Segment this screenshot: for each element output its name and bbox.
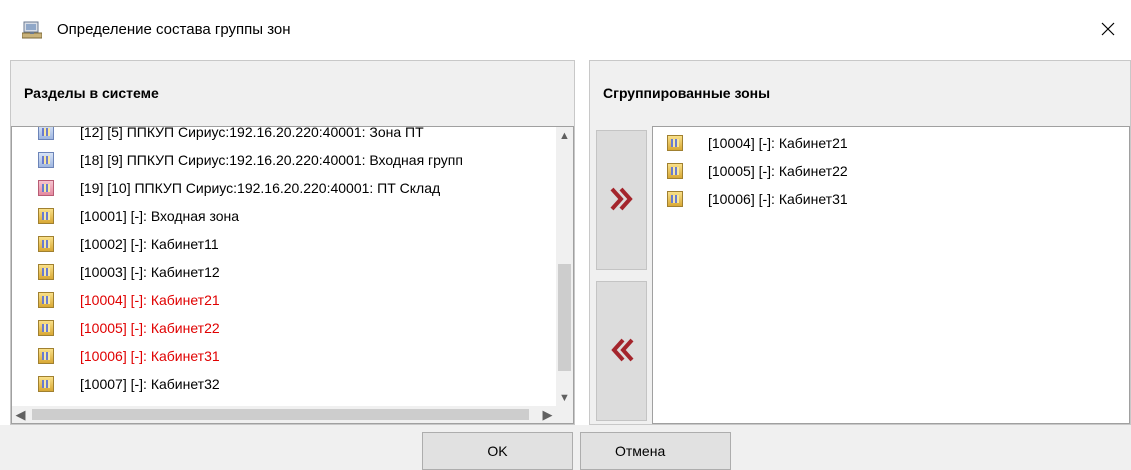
zone-icon <box>38 376 54 392</box>
list-item[interactable]: [12] [5] ППКУП Сириус:192.16.20.220:4000… <box>38 126 424 144</box>
scroll-up-icon[interactable]: ▲ <box>556 127 573 144</box>
window-title: Определение состава группы зон <box>57 21 291 38</box>
available-zones-panel: Разделы в системе [12] [5] ППКУП Сириус:… <box>10 60 575 425</box>
list-item-label: [10005] [-]: Кабинет22 <box>80 320 220 336</box>
available-zones-header: Разделы в системе <box>24 85 159 101</box>
scroll-down-icon[interactable]: ▼ <box>556 389 573 406</box>
list-item[interactable]: [10007] [-]: Кабинет32 <box>38 372 220 396</box>
list-item[interactable]: [10005] [-]: Кабинет22 <box>667 159 848 183</box>
zone-group-icon <box>21 21 43 39</box>
double-chevron-right-icon <box>610 186 634 215</box>
zone-icon-blue <box>38 152 54 168</box>
list-item[interactable]: [10005] [-]: Кабинет22 <box>38 316 220 340</box>
grouped-zones-list[interactable]: [10004] [-]: Кабинет21 [10005] [-]: Кабин… <box>652 126 1130 424</box>
list-item[interactable]: [10002] [-]: Кабинет11 <box>38 232 219 256</box>
zone-icon <box>38 264 54 280</box>
list-item-label: [10001] [-]: Входная зона <box>80 208 240 224</box>
list-item[interactable]: [10003] [-]: Кабинет12 <box>38 260 220 284</box>
cancel-button[interactable]: Отмена <box>580 432 731 470</box>
ok-button[interactable]: OK <box>422 432 573 470</box>
list-item[interactable]: [10004] [-]: Кабинет21 <box>667 131 848 155</box>
zone-icon <box>667 191 683 207</box>
dialog-button-bar: OK Отмена <box>0 425 1131 470</box>
list-item[interactable]: [10006] [-]: Кабинет31 <box>667 187 848 211</box>
list-item-label: [10005] [-]: Кабинет22 <box>708 163 848 179</box>
zone-icon <box>38 320 54 336</box>
zone-icon-red <box>38 180 54 196</box>
list-item-label: [10006] [-]: Кабинет31 <box>708 191 848 207</box>
zone-icon <box>667 135 683 151</box>
list-item[interactable]: [10001] [-]: Входная зона <box>38 204 239 228</box>
grouped-zones-header: Сгруппированные зоны <box>603 85 771 101</box>
available-zones-list[interactable]: [12] [5] ППКУП Сириус:192.16.20.220:4000… <box>11 126 574 424</box>
grouped-zones-panel: Сгруппированные зоны [10004] [-]: Кабине… <box>589 60 1131 425</box>
zone-icon <box>38 236 54 252</box>
list-item[interactable]: [10006] [-]: Кабинет31 <box>38 344 220 368</box>
horizontal-scroll-thumb[interactable] <box>32 409 529 420</box>
list-item-label: [18] [9] ППКУП Сириус:192.16.20.220:4000… <box>80 152 463 168</box>
zone-icon <box>38 292 54 308</box>
remove-from-group-button[interactable] <box>596 281 647 421</box>
title-bar: Определение состава группы зон <box>0 0 1131 60</box>
list-item-label: [10003] [-]: Кабинет12 <box>80 264 220 280</box>
list-item-label: [10004] [-]: Кабинет21 <box>80 292 220 308</box>
scroll-left-icon[interactable]: ◀ <box>12 406 29 423</box>
vertical-scroll-thumb[interactable] <box>558 264 571 371</box>
list-item[interactable]: [18] [9] ППКУП Сириус:192.16.20.220:4000… <box>38 148 463 172</box>
vertical-scrollbar[interactable]: ▲ ▼ <box>556 127 573 406</box>
zone-icon <box>38 348 54 364</box>
list-item-label: [12] [5] ППКУП Сириус:192.16.20.220:4000… <box>80 126 424 140</box>
list-item-label: [10006] [-]: Кабинет31 <box>80 348 220 364</box>
list-item[interactable]: [10004] [-]: Кабинет21 <box>38 288 220 312</box>
scroll-right-icon[interactable]: ▶ <box>539 406 556 423</box>
list-item-label: [10002] [-]: Кабинет11 <box>80 236 219 252</box>
zone-icon <box>667 163 683 179</box>
double-chevron-left-icon <box>610 337 634 366</box>
zone-icon-blue <box>38 127 54 140</box>
list-item-label: [10004] [-]: Кабинет21 <box>708 135 848 151</box>
list-item-label: [10007] [-]: Кабинет32 <box>80 376 220 392</box>
close-button[interactable] <box>1085 0 1131 60</box>
list-item-label: [19] [10] ППКУП Сириус:192.16.20.220:400… <box>80 180 441 196</box>
zone-icon <box>38 208 54 224</box>
horizontal-scrollbar[interactable]: ◀ ▶ <box>12 406 573 423</box>
add-to-group-button[interactable] <box>596 130 647 270</box>
list-item[interactable]: [19] [10] ППКУП Сириус:192.16.20.220:400… <box>38 176 440 200</box>
close-icon <box>1101 22 1115 39</box>
